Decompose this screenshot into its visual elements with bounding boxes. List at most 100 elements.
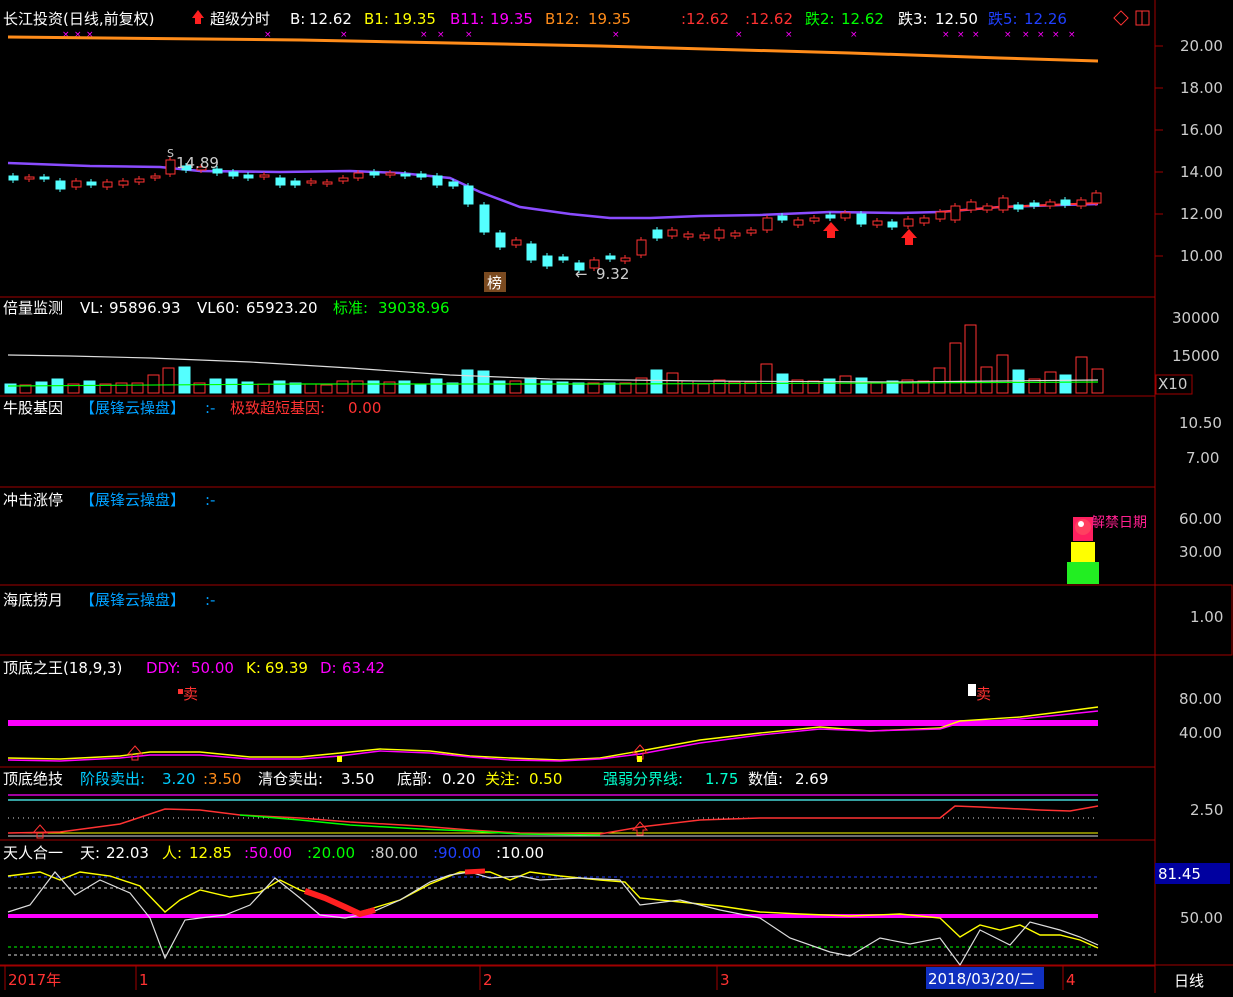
- candle-body[interactable]: [275, 177, 286, 186]
- candle-body[interactable]: [322, 181, 333, 185]
- candle-body[interactable]: [400, 173, 411, 177]
- volume-bar: [320, 384, 333, 394]
- window-toggle-icon[interactable]: [1135, 10, 1150, 26]
- candle-body[interactable]: [636, 239, 647, 256]
- candle-body[interactable]: [1091, 192, 1102, 204]
- b11-value: 19.35: [490, 10, 533, 28]
- candle-body[interactable]: [840, 212, 851, 219]
- candle-body[interactable]: [416, 173, 427, 178]
- super-timeshare-label[interactable]: 超级分时: [210, 10, 270, 28]
- svg-text:60.00: 60.00: [1179, 510, 1222, 528]
- ren-yellow-line: [7, 871, 1099, 949]
- candle-body[interactable]: [793, 219, 804, 226]
- candle-body[interactable]: [1029, 202, 1040, 207]
- candle-body[interactable]: [777, 215, 788, 221]
- candle-body[interactable]: [809, 217, 820, 222]
- candle-body[interactable]: [71, 180, 82, 188]
- candle-body[interactable]: [39, 176, 50, 180]
- candle-body[interactable]: [620, 257, 631, 262]
- candle-body[interactable]: [165, 159, 176, 175]
- candle-body[interactable]: [86, 181, 97, 186]
- period-button[interactable]: 日线: [1174, 972, 1204, 990]
- candle-body[interactable]: [526, 243, 537, 261]
- volume-bar: [225, 378, 238, 394]
- tianren-title[interactable]: 天人合一: [3, 844, 63, 862]
- candle-body[interactable]: [998, 197, 1009, 211]
- stock-chart-window[interactable]: 长江投资(日线,前复权) 超级分时 B: 12.62 B1: 19.35 B11…: [0, 0, 1233, 993]
- candle-body[interactable]: [667, 229, 678, 237]
- stock-title[interactable]: 长江投资(日线,前复权): [3, 10, 154, 28]
- candle-body[interactable]: [306, 180, 317, 184]
- diamond-icon[interactable]: [1113, 10, 1129, 26]
- svg-text:日线[interactable]: 日线: [1174, 972, 1204, 990]
- candlesticks[interactable]: [8, 157, 1102, 273]
- candle-body[interactable]: [243, 174, 254, 179]
- candle-body[interactable]: [856, 213, 867, 225]
- dingdi-title[interactable]: 顶底之王(18,9,3): [3, 659, 122, 677]
- candle-body[interactable]: [290, 180, 301, 186]
- k-value: 69.39: [265, 659, 308, 677]
- candle-body[interactable]: [432, 175, 443, 186]
- svg-text:1.75: 1.75: [705, 770, 738, 788]
- juji-title[interactable]: 顶底绝技: [3, 770, 63, 788]
- candle-body[interactable]: [714, 229, 725, 239]
- haidi-title[interactable]: 海底捞月: [3, 591, 63, 609]
- candle-body[interactable]: [102, 181, 113, 188]
- candle-body[interactable]: [385, 172, 396, 176]
- candle-body[interactable]: [55, 180, 66, 190]
- candle-body[interactable]: [1045, 201, 1056, 207]
- candle-body[interactable]: [150, 175, 161, 179]
- candle-body[interactable]: [542, 255, 553, 267]
- svg-text:【展锋云操盘】: 【展锋云操盘】: [80, 591, 185, 609]
- svg-text:2.50: 2.50: [1190, 801, 1223, 819]
- candle-body[interactable]: [683, 233, 694, 238]
- candle-body[interactable]: [558, 256, 569, 261]
- candle-body[interactable]: [950, 205, 961, 221]
- b1-label: B1:: [364, 10, 389, 28]
- candle-body[interactable]: [479, 204, 490, 233]
- volume-bar: [398, 380, 411, 394]
- candle-body[interactable]: [903, 218, 914, 227]
- candle-body[interactable]: [887, 221, 898, 228]
- scale-label[interactable]: X10: [1158, 375, 1187, 393]
- time-label-2017: 2017年: [8, 971, 61, 989]
- volume-bar: [650, 369, 663, 394]
- svg-text:【展锋云操盘】: 【展锋云操盘】: [80, 399, 185, 417]
- niugu-title[interactable]: 牛股基因: [3, 399, 63, 417]
- candle-body[interactable]: [463, 185, 474, 205]
- candle-body[interactable]: [762, 217, 773, 231]
- candle-body[interactable]: [118, 180, 129, 186]
- candle-body[interactable]: [1076, 199, 1087, 207]
- candle-body[interactable]: [511, 239, 522, 246]
- candle-body[interactable]: [825, 214, 836, 219]
- candle-body[interactable]: [746, 229, 757, 234]
- candle-body[interactable]: [134, 178, 145, 183]
- candle-body[interactable]: [1060, 199, 1071, 206]
- candle-body[interactable]: [228, 171, 239, 177]
- chart-canvas[interactable]: 长江投资(日线,前复权) 超级分时 B: 12.62 B1: 19.35 B11…: [0, 0, 1233, 993]
- candle-body[interactable]: [495, 232, 506, 248]
- candle-body[interactable]: [699, 234, 710, 239]
- candle-body[interactable]: [448, 181, 459, 187]
- candle-body[interactable]: [982, 205, 993, 211]
- candle-body[interactable]: [935, 211, 946, 220]
- candle-body[interactable]: [24, 176, 35, 180]
- price-2: :12.62: [745, 10, 793, 28]
- candle-body[interactable]: [259, 174, 270, 178]
- candle-body[interactable]: [966, 201, 977, 211]
- candle-body[interactable]: [8, 175, 19, 181]
- juji-value-line: [7, 805, 1099, 835]
- candle-body[interactable]: [652, 229, 663, 239]
- candle-body[interactable]: [605, 255, 616, 260]
- svg-text::50.00: :50.00: [244, 844, 292, 862]
- candle-body[interactable]: [730, 232, 741, 237]
- chongji-title[interactable]: 冲击涨停: [3, 491, 63, 509]
- candle-body[interactable]: [369, 171, 380, 176]
- candle-body[interactable]: [353, 172, 364, 179]
- candle-body[interactable]: [1013, 204, 1024, 210]
- volume-title[interactable]: 倍量监测: [3, 299, 63, 317]
- candle-body[interactable]: [338, 177, 349, 182]
- candle-body[interactable]: [872, 220, 883, 226]
- unlock-date-marker[interactable]: 解禁日期: [1067, 515, 1147, 584]
- candle-body[interactable]: [919, 217, 930, 224]
